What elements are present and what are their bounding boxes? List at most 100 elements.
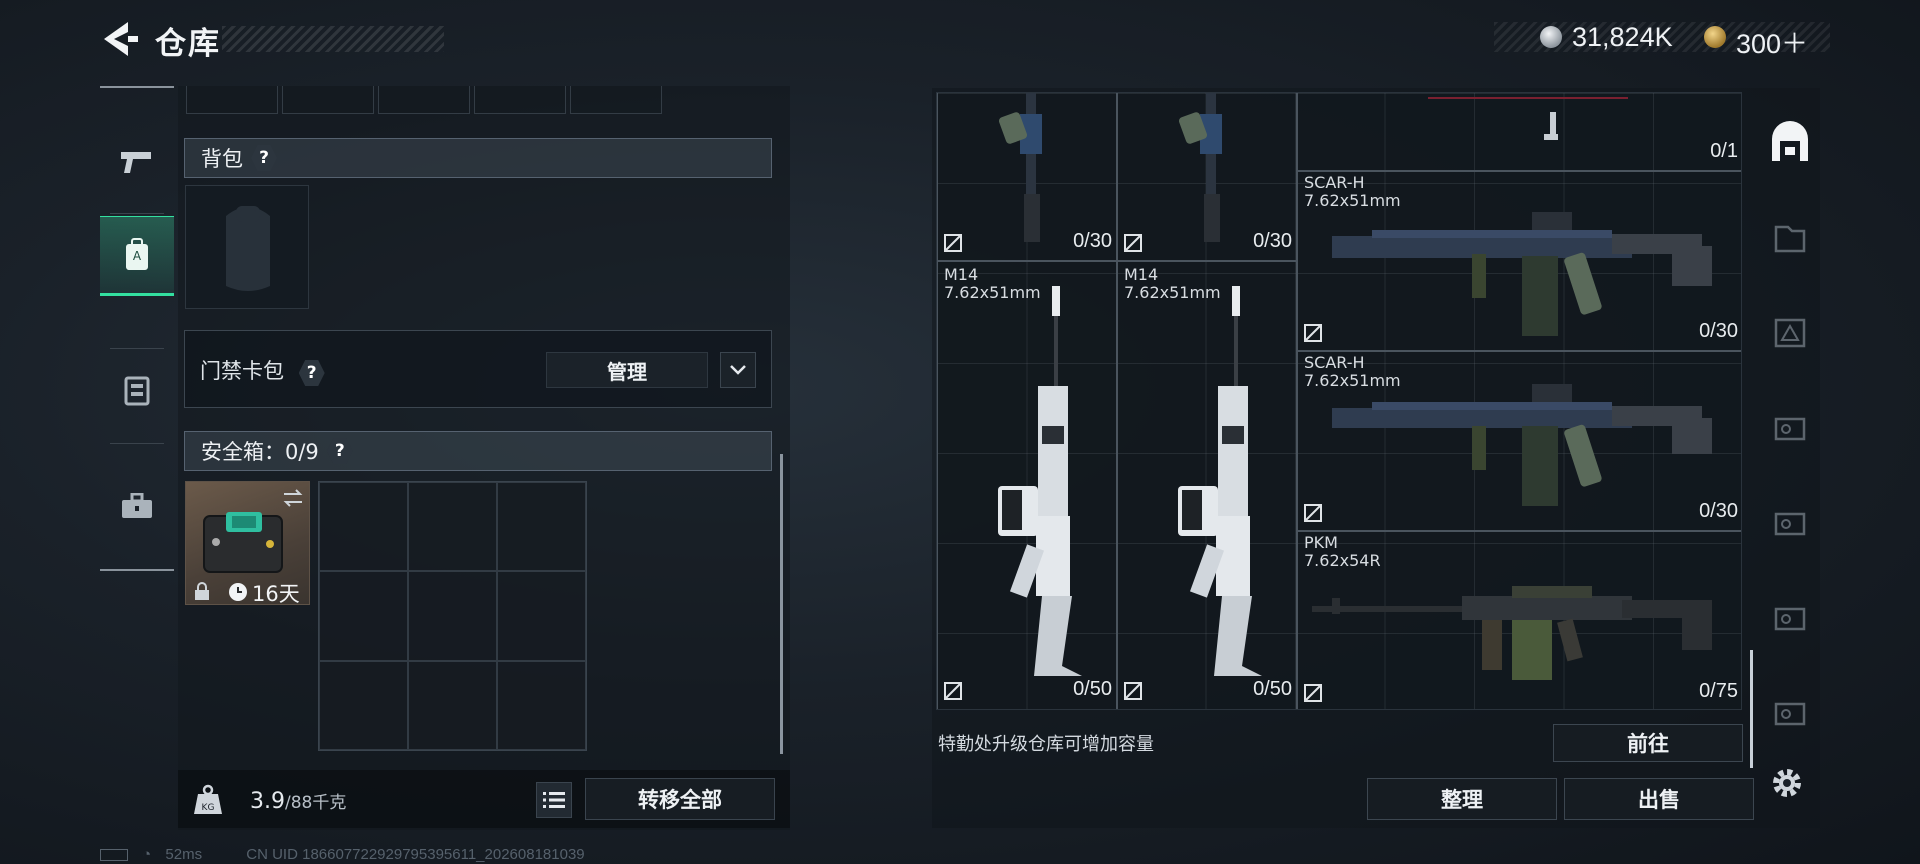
page-title: 仓库 <box>155 26 221 62</box>
safe-box-grid[interactable] <box>318 481 587 751</box>
silver-coin-icon <box>1540 26 1562 48</box>
backpack-slot[interactable] <box>185 185 309 309</box>
stash-tab-3[interactable] <box>1760 297 1820 367</box>
stash-item[interactable]: SCAR-H 7.62x51mm 0/30 <box>1297 351 1741 531</box>
ping: 52ms <box>165 846 203 863</box>
stash-item[interactable]: M14 7.62x51mm 0/50 <box>1117 261 1297 709</box>
item-count: 0/30 <box>1699 500 1738 522</box>
not-insured-icon <box>1124 234 1142 252</box>
not-insured-icon <box>1304 324 1322 342</box>
lock-icon <box>195 582 209 600</box>
svg-text:KG: KG <box>202 803 215 813</box>
sort-button[interactable]: 整理 <box>1367 778 1557 820</box>
rifle-stock-icon <box>1179 93 1222 242</box>
pistol-icon <box>121 152 151 173</box>
upgrade-hint: 特勤处升级仓库可增加容量 <box>938 734 1154 755</box>
safe-box-header: 安全箱：0/9 ? <box>184 431 772 471</box>
expand-button[interactable] <box>720 352 756 388</box>
item-name: PKM <box>1304 533 1338 552</box>
status-bar: ◔ 52ms CN UID 1866077229297953956​11_202… <box>100 846 585 863</box>
stash-tab-7[interactable] <box>1760 677 1820 747</box>
clock-icon <box>229 583 247 601</box>
gear-icon[interactable] <box>1768 764 1806 802</box>
item-count: 0/30 <box>1073 230 1112 252</box>
chevron-down-icon <box>730 365 746 375</box>
backpack-label: 背包 <box>201 147 243 171</box>
warning-tab-icon <box>1774 318 1806 348</box>
m14-rifle-icon <box>998 286 1082 676</box>
safe-item-days: 16天 <box>252 582 300 606</box>
help-icon[interactable]: ? <box>326 438 353 464</box>
door-card-label: 门禁卡包 ? <box>200 355 325 386</box>
gold-coin-icon <box>1704 26 1726 48</box>
card-tab-icon <box>1774 512 1806 536</box>
item-count: 0/30 <box>1253 230 1292 252</box>
wifi-icon: ◔ <box>142 846 152 863</box>
card-tab-icon <box>1774 417 1806 441</box>
stash-tab-2[interactable] <box>1760 202 1820 272</box>
swap-icon[interactable] <box>282 488 304 508</box>
toolbox-icon <box>122 493 152 518</box>
stash-tab-strip <box>1760 92 1820 772</box>
help-icon[interactable]: ? <box>298 360 325 386</box>
help-icon[interactable]: ? <box>251 145 277 171</box>
title-stripe <box>222 26 444 52</box>
backpack-placeholder-icon <box>226 206 270 291</box>
list-icon <box>543 792 565 808</box>
not-insured-icon <box>944 682 962 700</box>
currency-gold-amount[interactable]: 300＋ <box>1736 22 1808 61</box>
item-count: 0/30 <box>1699 320 1738 342</box>
stash-item[interactable]: SCAR-H 7.62x51mm 0/30 <box>1297 171 1741 351</box>
warehouse-icon <box>1772 121 1808 161</box>
top-slot-row <box>186 86 662 114</box>
safe-box-label: 安全箱：0/9 <box>201 440 319 464</box>
left-scrollbar[interactable] <box>780 454 783 754</box>
backpack-header: 背包 ? <box>184 138 772 178</box>
side-nav: A <box>100 86 174 571</box>
transfer-all-button[interactable]: 转移全部 <box>585 778 775 820</box>
stash-tab-5[interactable] <box>1760 487 1820 557</box>
vest-icon <box>124 376 150 406</box>
weight-capacity: /88千克 <box>285 793 347 813</box>
safe-box-item[interactable]: 16天 <box>185 481 310 606</box>
not-insured-icon <box>1304 504 1322 522</box>
stash-tab-6[interactable] <box>1760 582 1820 652</box>
stash-item[interactable]: 0/30 <box>937 93 1117 261</box>
nav-vest[interactable] <box>100 350 174 430</box>
stash-item[interactable]: 0/30 <box>1117 93 1297 261</box>
scar-h-rifle-icon <box>1332 384 1712 506</box>
back-arrow-icon[interactable] <box>98 20 140 58</box>
item-count: 0/50 <box>1253 678 1292 700</box>
weight-readout: 3.9/88千克 <box>250 788 346 814</box>
weight-icon: KG <box>194 784 222 814</box>
sell-button[interactable]: 出售 <box>1564 778 1754 820</box>
nav-toolbox[interactable] <box>100 466 174 546</box>
card-tab-icon <box>1774 702 1806 726</box>
currency-silver-amount: 31,824K <box>1572 22 1673 52</box>
uid: CN UID 1866077229297953956​11_2026081810… <box>246 846 585 863</box>
stash-tab-4[interactable] <box>1760 392 1820 462</box>
goto-button[interactable]: 前往 <box>1553 724 1743 762</box>
not-insured-icon <box>944 234 962 252</box>
scar-h-rifle-icon <box>1332 212 1712 336</box>
m14-rifle-icon <box>1178 286 1262 676</box>
rifle-stock-icon <box>999 93 1042 242</box>
stash-item[interactable]: PKM 7.62x54R 0/75 <box>1297 531 1741 709</box>
stash-item[interactable]: M14 7.62x51mm 0/50 <box>937 261 1117 709</box>
not-insured-icon <box>1304 684 1322 702</box>
stash-tab-main[interactable] <box>1760 108 1820 178</box>
stash-scrollbar[interactable] <box>1750 650 1753 768</box>
attachment-icon <box>1428 97 1628 140</box>
folder-tab-icon <box>1774 225 1806 253</box>
card-tab-icon <box>1774 607 1806 631</box>
stash-item[interactable]: 0/1 <box>1297 93 1741 171</box>
manage-button[interactable]: 管理 <box>546 352 708 388</box>
nav-weapons[interactable] <box>100 122 174 202</box>
not-insured-icon <box>1124 682 1142 700</box>
item-count: 0/75 <box>1699 680 1738 702</box>
pkm-machine-gun-icon <box>1312 586 1712 680</box>
list-view-button[interactable] <box>536 782 572 818</box>
item-count: 0/50 <box>1073 678 1112 700</box>
nav-backpack[interactable]: A <box>100 216 174 296</box>
backpack-tab-icon: A <box>126 238 148 270</box>
